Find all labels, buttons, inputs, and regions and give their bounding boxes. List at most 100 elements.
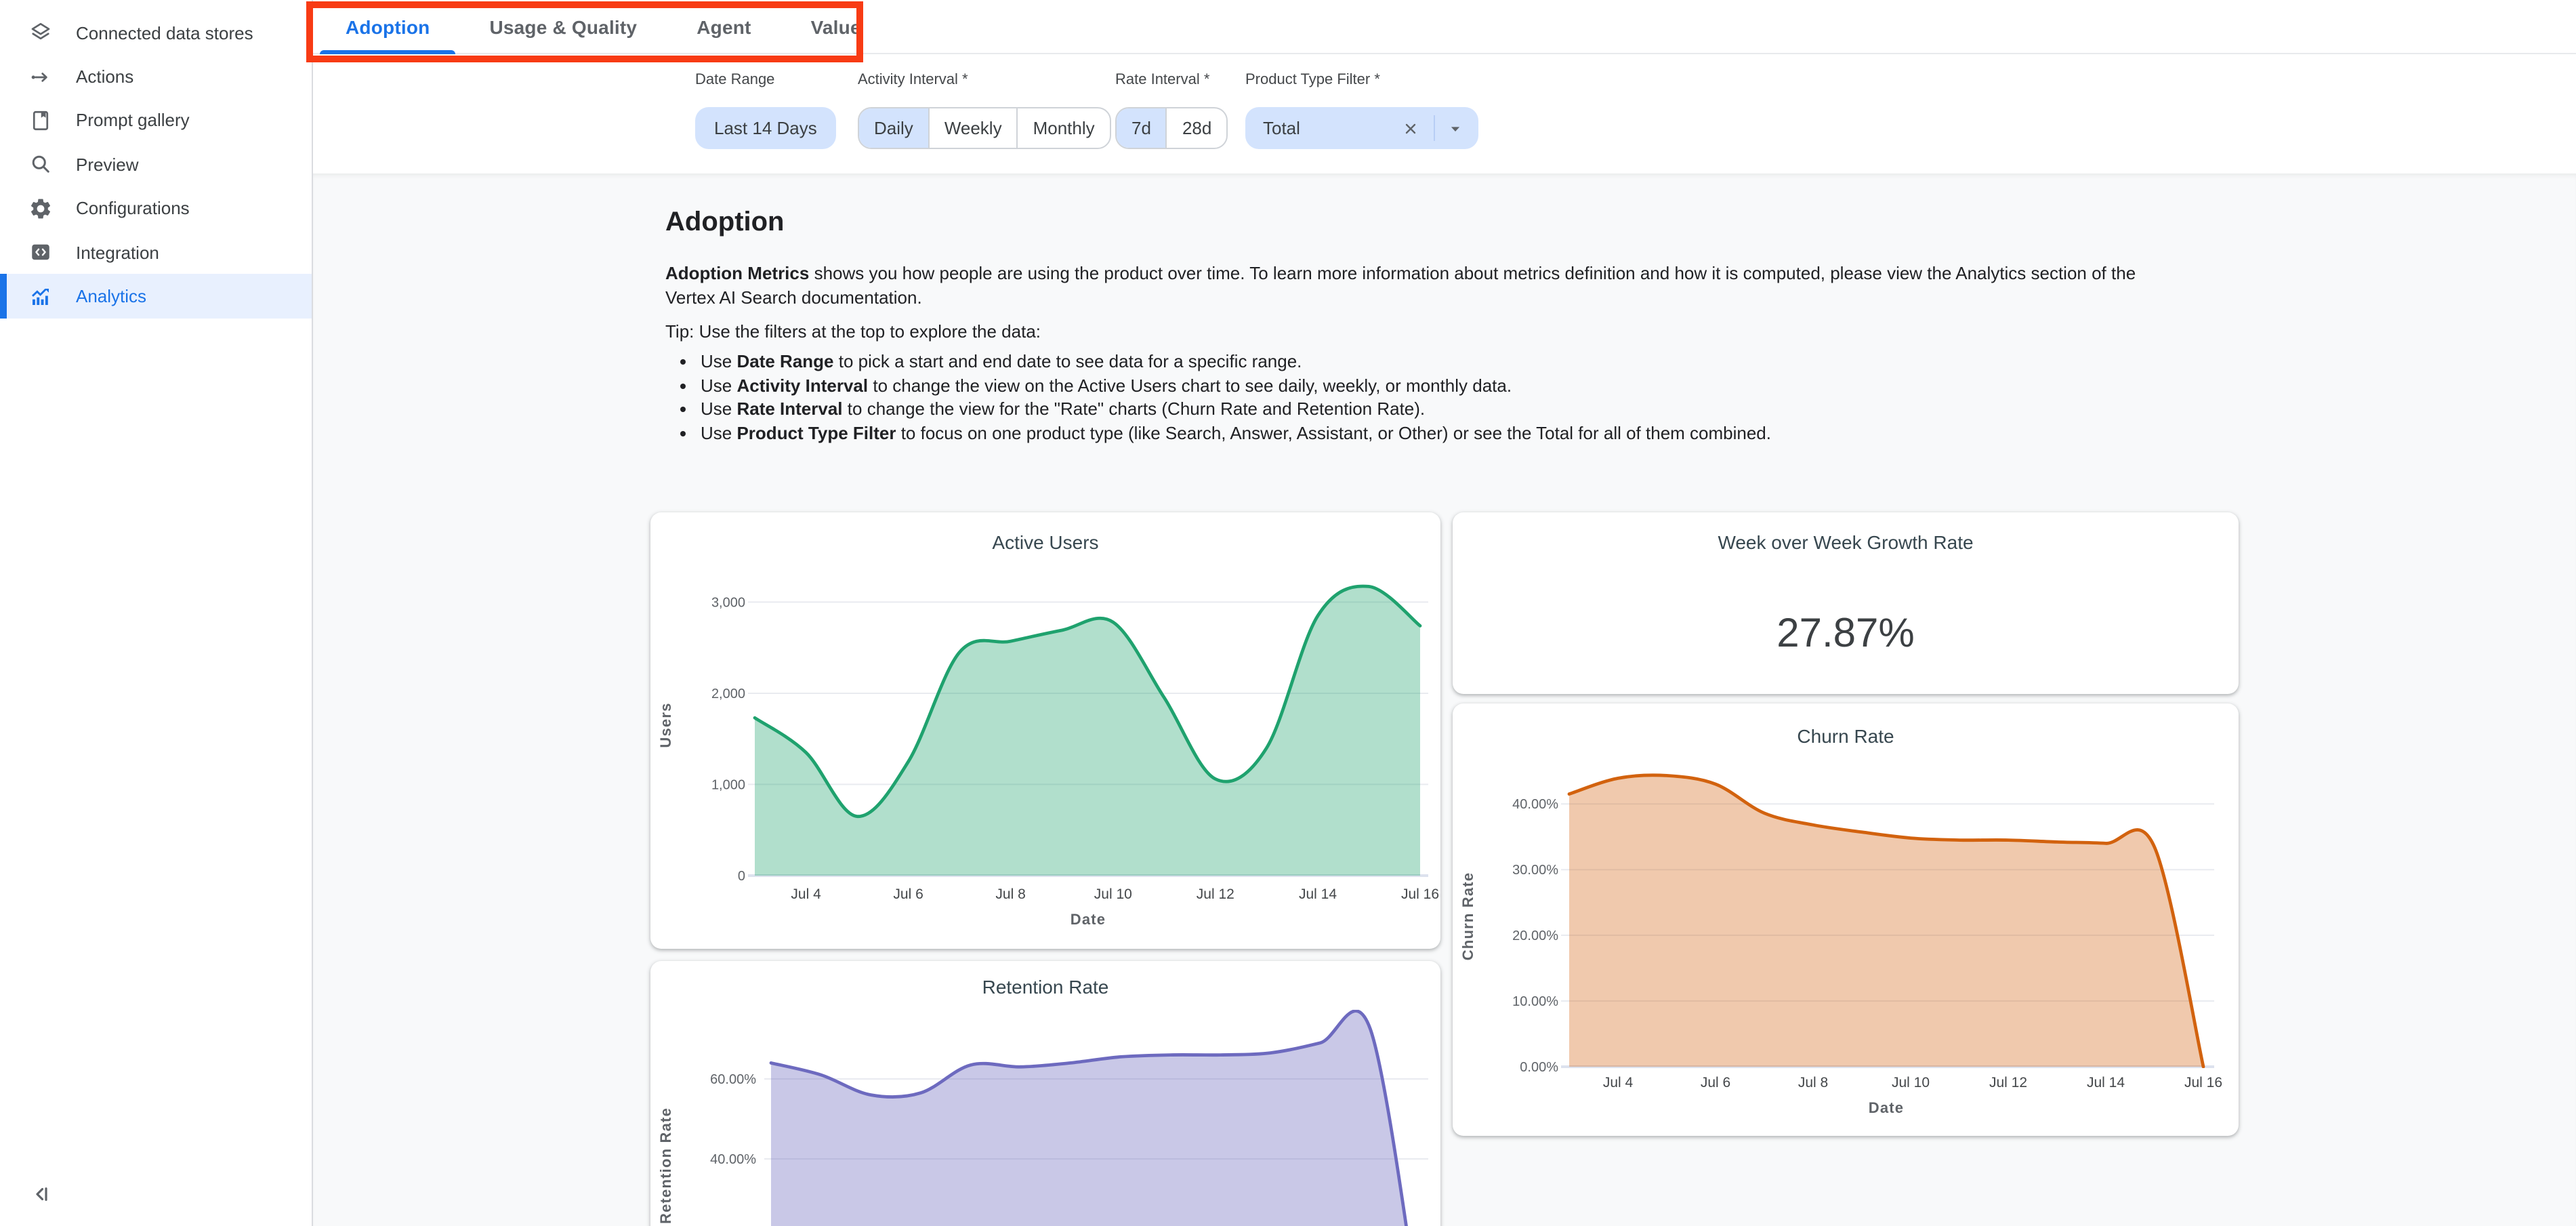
- svg-text:Jul 6: Jul 6: [893, 886, 923, 902]
- date-range-filter: Date Range Last 14 Days: [695, 70, 836, 149]
- tab-usage-quality[interactable]: Usage & Quality: [459, 0, 667, 53]
- svg-text:2,000: 2,000: [711, 687, 745, 701]
- data-stores-icon: [28, 20, 53, 45]
- tip-text: Tip: Use the filters at the top to explo…: [665, 321, 1041, 342]
- sidebar-item-label: Prompt gallery: [76, 110, 190, 131]
- integration-icon: [28, 240, 53, 264]
- prompt-gallery-icon: [28, 108, 53, 133]
- svg-text:30.00%: 30.00%: [1512, 863, 1558, 878]
- header: Adoption Usage & Quality Agent Value Date R…: [313, 0, 2576, 173]
- svg-text:Jul 14: Jul 14: [1299, 886, 1337, 902]
- tab-label: Value: [811, 16, 861, 37]
- svg-text:Jul 4: Jul 4: [791, 886, 821, 902]
- tips-list: Use Date Range to pick a start and end d…: [665, 350, 1771, 446]
- svg-text:Jul 16: Jul 16: [1401, 886, 1439, 902]
- svg-text:Jul 12: Jul 12: [1989, 1075, 2027, 1090]
- svg-text:Date: Date: [1071, 911, 1106, 928]
- activity-interval-filter: Activity Interval * Daily Weekly Monthly: [858, 70, 1111, 149]
- sidebar: Connected data stores Actions Prompt galle…: [0, 0, 313, 1226]
- svg-text:1,000: 1,000: [711, 777, 745, 792]
- svg-text:Jul 16: Jul 16: [2184, 1075, 2222, 1090]
- wow-growth-card: Week over Week Growth Rate 27.87%: [1453, 512, 2239, 694]
- tab-label: Agent: [697, 16, 751, 37]
- tab-agent[interactable]: Agent: [667, 0, 781, 53]
- segment-label: 28d: [1182, 118, 1211, 138]
- svg-text:Date: Date: [1869, 1099, 1905, 1116]
- sidebar-item-label: Connected data stores: [76, 22, 253, 43]
- collapse-sidebar-button[interactable]: [27, 1181, 54, 1208]
- sidebar-item-label: Configurations: [76, 199, 190, 219]
- sidebar-item-prompt-gallery[interactable]: Prompt gallery: [0, 99, 312, 143]
- selected-indicator: [0, 274, 7, 319]
- segment-label: Monthly: [1033, 118, 1095, 138]
- svg-text:0: 0: [738, 869, 745, 884]
- rate-interval-filter: Rate Interval * 7d 28d: [1115, 70, 1228, 149]
- tip-list-item: Use Date Range to pick a start and end d…: [701, 350, 1771, 373]
- svg-text:Users: Users: [657, 702, 674, 748]
- tab-label: Adoption: [346, 16, 430, 37]
- dropdown-arrow-icon[interactable]: [1445, 117, 1466, 139]
- sidebar-item-analytics[interactable]: Analytics: [0, 274, 312, 319]
- sidebar-items: Connected data stores Actions Prompt galle…: [0, 0, 312, 318]
- activity-interval-option-weekly[interactable]: Weekly: [928, 108, 1017, 148]
- segment-label: Daily: [874, 118, 913, 138]
- tip-list-item: Use Activity Interval to change the view…: [701, 373, 1771, 397]
- chart-title: Churn Rate: [1453, 725, 2239, 747]
- date-range-chip[interactable]: Last 14 Days: [695, 107, 836, 149]
- activity-interval-toggle: Daily Weekly Monthly: [858, 107, 1111, 149]
- sidebar-item-label: Actions: [76, 66, 133, 87]
- sidebar-item-actions[interactable]: Actions: [0, 55, 312, 99]
- activity-interval-option-monthly[interactable]: Monthly: [1017, 108, 1110, 148]
- chart-title: Week over Week Growth Rate: [1453, 531, 2239, 553]
- sidebar-item-label: Analytics: [76, 286, 146, 306]
- svg-text:Jul 10: Jul 10: [1892, 1075, 1930, 1090]
- tip-list-item: Use Product Type Filter to focus on one …: [701, 422, 1771, 445]
- tab-adoption[interactable]: Adoption: [316, 0, 459, 53]
- svg-text:Jul 6: Jul 6: [1701, 1075, 1730, 1090]
- chip-divider: [1434, 115, 1435, 141]
- page-title: Adoption: [665, 208, 785, 239]
- activity-interval-option-daily[interactable]: Daily: [859, 108, 928, 148]
- segment-label: Weekly: [944, 118, 1002, 138]
- active-users-chart-canvas: 01,0002,0003,000Jul 4Jul 6Jul 8Jul 10Jul…: [650, 567, 1440, 949]
- chart-title: Retention Rate: [650, 976, 1440, 998]
- configurations-icon: [28, 197, 53, 221]
- product-type-filter-value: Total: [1263, 118, 1400, 138]
- sidebar-item-label: Integration: [76, 242, 159, 262]
- svg-text:Jul 12: Jul 12: [1197, 886, 1234, 902]
- svg-text:20.00%: 20.00%: [1512, 928, 1558, 943]
- segment-label: 7d: [1131, 118, 1151, 138]
- date-range-label: Date Range: [695, 70, 836, 89]
- sidebar-item-label: Preview: [76, 155, 139, 175]
- sidebar-item-connected-data-stores[interactable]: Connected data stores: [0, 11, 312, 55]
- tab-label: Usage & Quality: [489, 16, 637, 37]
- tab-value[interactable]: Value: [781, 0, 891, 53]
- rate-interval-label: Rate Interval *: [1115, 70, 1228, 89]
- product-type-filter: Product Type Filter * Total: [1245, 70, 1478, 149]
- active-users-card: Active Users 01,0002,0003,000Jul 4Jul 6J…: [650, 512, 1440, 949]
- rate-interval-option-7d[interactable]: 7d: [1117, 108, 1166, 148]
- svg-text:Jul 8: Jul 8: [995, 886, 1025, 902]
- sidebar-item-integration[interactable]: Integration: [0, 230, 312, 274]
- product-type-filter-label: Product Type Filter *: [1245, 70, 1478, 89]
- sidebar-item-preview[interactable]: Preview: [0, 142, 312, 186]
- main-content: Adoption Adoption Metrics shows you how …: [313, 173, 2576, 1226]
- svg-text:40.00%: 40.00%: [710, 1152, 756, 1167]
- intro-paragraph: Adoption Metrics shows you how people ar…: [665, 262, 2190, 309]
- tab-bar: Adoption Usage & Quality Agent Value: [313, 0, 2576, 54]
- svg-text:Churn Rate: Churn Rate: [1459, 872, 1476, 961]
- svg-text:Retention Rate: Retention Rate: [657, 1107, 674, 1224]
- sidebar-item-configurations[interactable]: Configurations: [0, 186, 312, 230]
- svg-text:0.00%: 0.00%: [1520, 1060, 1558, 1075]
- svg-text:60.00%: 60.00%: [710, 1072, 756, 1087]
- rate-interval-option-28d[interactable]: 28d: [1166, 108, 1226, 148]
- svg-text:Jul 4: Jul 4: [1603, 1075, 1634, 1090]
- retention-rate-chart-canvas: 0.00%20.00%40.00%60.00%Jul 4Jul 6Jul 8Ju…: [650, 1010, 1440, 1226]
- actions-icon: [28, 64, 53, 89]
- svg-text:10.00%: 10.00%: [1512, 994, 1558, 1009]
- clear-filter-icon[interactable]: [1400, 117, 1421, 139]
- product-type-filter-select[interactable]: Total: [1245, 107, 1478, 149]
- activity-interval-label: Activity Interval *: [858, 70, 1111, 89]
- svg-text:40.00%: 40.00%: [1512, 797, 1558, 812]
- tip-list-item: Use Rate Interval to change the view for…: [701, 398, 1771, 422]
